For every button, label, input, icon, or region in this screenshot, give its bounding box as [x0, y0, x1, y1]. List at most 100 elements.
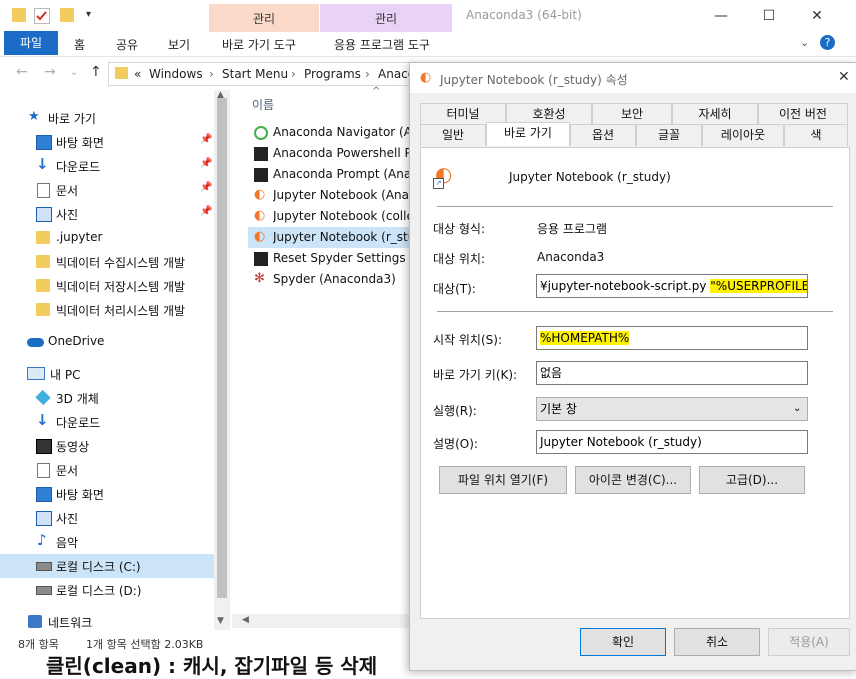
pin-icon[interactable]: 📌: [200, 182, 212, 193]
nav-scrollbar[interactable]: ▲ ▼: [214, 90, 230, 630]
nav-item-label: 네트워크: [48, 616, 93, 630]
nav-item-downloads[interactable]: ↓ 다운로드 📌: [0, 154, 214, 178]
breadcrumb-start-menu[interactable]: Start Menu: [222, 67, 288, 81]
run-select[interactable]: 기본 창 ⌄: [536, 397, 808, 421]
file-item[interactable]: Reset Spyder Settings (Anaconda3): [248, 248, 414, 269]
tab-share[interactable]: 공유: [116, 36, 138, 53]
dialog-close-button[interactable]: ✕: [838, 69, 850, 85]
open-file-location-button[interactable]: 파일 위치 열기(F): [439, 466, 567, 494]
scroll-down-icon[interactable]: ▼: [217, 616, 224, 626]
download-icon: ↓: [36, 411, 49, 429]
scroll-thumb[interactable]: [217, 98, 227, 598]
dialog-title-bar[interactable]: ◐ Jupyter Notebook (r_study) 속성 ✕: [410, 63, 856, 93]
address-box[interactable]: « Windows › Start Menu › Programs › Anac…: [108, 62, 423, 86]
file-item[interactable]: Anaconda Navigator (Anaconda3): [248, 122, 414, 143]
pin-icon[interactable]: 📌: [200, 134, 212, 145]
breadcrumb-programs[interactable]: Programs: [304, 67, 361, 81]
tab-details[interactable]: 자세히: [672, 103, 758, 125]
maximize-button[interactable]: ☐: [746, 2, 792, 30]
tab-layout[interactable]: 레이아웃: [702, 124, 784, 146]
comment-field[interactable]: Jupyter Notebook (r_study): [536, 430, 808, 454]
nav-item-jupyter-folder[interactable]: .jupyter: [0, 226, 214, 250]
recent-locations-icon[interactable]: ⌄: [70, 67, 78, 78]
file-item-label: Spyder (Anaconda3): [273, 272, 396, 286]
pin-icon[interactable]: 📌: [200, 158, 212, 169]
ctx-tab-label: 관리: [252, 12, 276, 26]
tab-shortcut[interactable]: 바로 가기: [486, 122, 570, 146]
forward-arrow-icon[interactable]: →: [44, 64, 56, 80]
scroll-left-icon[interactable]: ◀: [242, 615, 249, 625]
desktop-icon: [36, 135, 52, 150]
file-item[interactable]: Anaconda Powershell Prompt (Anaconda3): [248, 143, 414, 164]
nav-item-bigdata-collect[interactable]: 빅데이터 수집시스템 개발: [0, 250, 214, 274]
advanced-button[interactable]: 고급(D)...: [699, 466, 805, 494]
nav-item-documents-pc[interactable]: 문서: [0, 458, 214, 482]
target-type-label: 대상 형식:: [433, 222, 486, 236]
file-item[interactable]: Anaconda Prompt (Anaconda3): [248, 164, 414, 185]
nav-item-music[interactable]: ♪ 음악: [0, 530, 214, 554]
breadcrumb-separator[interactable]: ›: [209, 67, 214, 81]
nav-item-this-pc[interactable]: 내 PC: [0, 362, 214, 386]
tab-colors[interactable]: 색: [784, 124, 848, 146]
file-item[interactable]: ◐ Jupyter Notebook (collections): [248, 206, 414, 227]
help-icon[interactable]: ?: [820, 35, 835, 50]
start-in-field[interactable]: %HOMEPATH%: [536, 326, 808, 350]
breadcrumb-separator[interactable]: ›: [365, 67, 370, 81]
collapse-ribbon-icon[interactable]: ⌄: [800, 36, 809, 49]
breadcrumb-overflow[interactable]: «: [134, 67, 141, 81]
target-field[interactable]: ¥jupyter-notebook-script.py "%USERPROFIL…: [536, 274, 808, 298]
tab-general[interactable]: 일반: [420, 124, 486, 146]
nav-item-desktop[interactable]: 바탕 화면 📌: [0, 130, 214, 154]
shortcut-name: Jupyter Notebook (r_study): [509, 170, 671, 184]
nav-item-downloads-pc[interactable]: ↓ 다운로드: [0, 410, 214, 434]
tab-application-tools[interactable]: 응용 프로그램 도구: [334, 36, 430, 53]
ok-button[interactable]: 확인: [580, 628, 666, 656]
folder-icon: [36, 279, 50, 292]
ribbon-tabs: 홈 공유 보기 바로 가기 도구 응용 프로그램 도구 ⌄ ?: [0, 32, 856, 57]
new-folder-icon[interactable]: [60, 8, 74, 22]
nav-item-label: 동영상: [56, 440, 90, 454]
tab-security[interactable]: 보안: [592, 103, 672, 125]
nav-item-desktop-pc[interactable]: 바탕 화면: [0, 482, 214, 506]
nav-item-documents[interactable]: 문서 📌: [0, 178, 214, 202]
close-button[interactable]: ✕: [794, 2, 840, 30]
nav-item-bigdata-process[interactable]: 빅데이터 처리시스템 개발: [0, 298, 214, 322]
tab-shortcut-tools[interactable]: 바로 가기 도구: [222, 36, 296, 53]
breadcrumb-separator[interactable]: ›: [291, 67, 296, 81]
shortcut-key-field[interactable]: 없음: [536, 361, 808, 385]
tab-view[interactable]: 보기: [168, 36, 190, 53]
nav-item-videos[interactable]: 동영상: [0, 434, 214, 458]
cancel-button[interactable]: 취소: [674, 628, 760, 656]
nav-item-label: 3D 개체: [56, 392, 99, 406]
jupyter-icon: ◐: [254, 208, 266, 223]
file-item-selected[interactable]: ◐ Jupyter Notebook (r_study): [248, 227, 414, 248]
nav-item-local-disk-c[interactable]: 로컬 디스크 (C:): [0, 554, 214, 578]
tab-options[interactable]: 옵션: [570, 124, 636, 146]
nav-item-3d-objects[interactable]: 3D 개체: [0, 386, 214, 410]
nav-item-pictures-pc[interactable]: 사진: [0, 506, 214, 530]
file-item[interactable]: ✻ Spyder (Anaconda3): [248, 269, 414, 290]
horizontal-scrollbar[interactable]: ◀: [232, 614, 412, 628]
nav-item-bigdata-storage[interactable]: 빅데이터 저장시스템 개발: [0, 274, 214, 298]
properties-icon[interactable]: [34, 8, 50, 24]
breadcrumb-windows[interactable]: Windows: [149, 67, 203, 81]
nav-item-onedrive[interactable]: OneDrive: [0, 330, 214, 354]
up-arrow-icon[interactable]: ↑: [90, 64, 102, 80]
pin-icon[interactable]: 📌: [200, 206, 212, 217]
tab-previous-versions[interactable]: 이전 버전: [758, 103, 848, 125]
file-item[interactable]: ◐ Jupyter Notebook (Anaconda3): [248, 185, 414, 206]
nav-item-local-disk-d[interactable]: 로컬 디스크 (D:): [0, 578, 214, 602]
tab-font[interactable]: 글꼴: [636, 124, 702, 146]
nav-item-label: 다운로드: [56, 160, 101, 174]
column-header-name[interactable]: 이름: [252, 96, 274, 113]
change-icon-button[interactable]: 아이콘 변경(C)...: [575, 466, 691, 494]
tab-file[interactable]: 파일: [4, 31, 58, 55]
tab-home[interactable]: 홈: [74, 36, 85, 53]
back-arrow-icon[interactable]: ←: [16, 64, 28, 80]
shortcut-tab-panel: ◐ ↗ Jupyter Notebook (r_study) 대상 형식: 응용…: [420, 147, 850, 619]
nav-item-quick-access[interactable]: ★ 바로 가기: [0, 106, 214, 130]
apply-button[interactable]: 적용(A): [768, 628, 850, 656]
minimize-button[interactable]: —: [698, 2, 744, 30]
customize-quick-access-icon[interactable]: ▾: [86, 9, 91, 20]
nav-item-pictures[interactable]: 사진 📌: [0, 202, 214, 226]
